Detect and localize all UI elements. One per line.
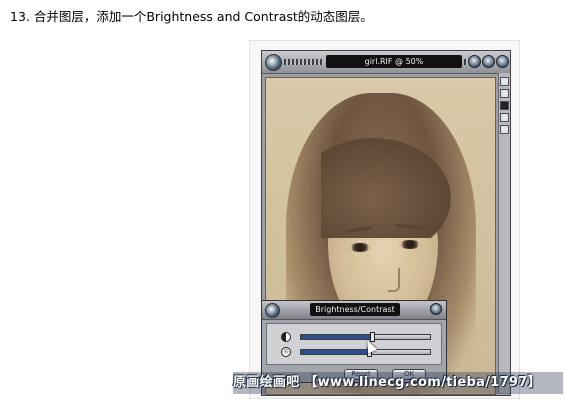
portrait-eye	[399, 240, 421, 249]
step-heading: 13. 合并图层，添加一个Brightness and Contrast的动态图…	[10, 9, 373, 24]
portrait-eye	[349, 243, 371, 252]
window-title-bar[interactable]: girl.RIF @ 50%	[262, 51, 510, 74]
contrast-slider[interactable]	[300, 332, 431, 342]
maximize-icon[interactable]	[482, 55, 495, 68]
brightness-slider-fill	[301, 350, 370, 354]
palette-title: Brightness/Contrast	[310, 303, 400, 316]
scroll-icon[interactable]	[500, 125, 509, 134]
minimize-icon[interactable]	[468, 55, 481, 68]
app-logo-icon	[265, 303, 280, 318]
palette-title-bar[interactable]: Brightness/Contrast	[262, 301, 446, 320]
color-icon[interactable]	[500, 101, 509, 110]
document-title: girl.RIF @ 50%	[326, 55, 462, 68]
close-icon[interactable]	[430, 303, 442, 315]
brightness-icon: ☼	[281, 347, 291, 357]
palette-controls: ☼	[266, 323, 442, 365]
portrait-fringe	[321, 138, 451, 238]
brightness-contrast-palette: Brightness/Contrast ☼ Reset OK	[261, 300, 447, 383]
watermark: 原画绘画吧 【www.linecg.com/tieba/1797】	[233, 372, 563, 394]
view-toolstrip	[498, 73, 510, 393]
contrast-slider-fill	[301, 335, 372, 339]
grid-icon[interactable]	[500, 113, 509, 122]
contrast-icon	[281, 332, 291, 342]
grip-icon	[284, 59, 324, 65]
app-logo-icon	[265, 54, 282, 71]
tracing-icon[interactable]	[500, 89, 509, 98]
close-icon[interactable]	[496, 55, 509, 68]
portrait-nose	[388, 268, 400, 292]
layers-icon[interactable]	[500, 77, 509, 86]
